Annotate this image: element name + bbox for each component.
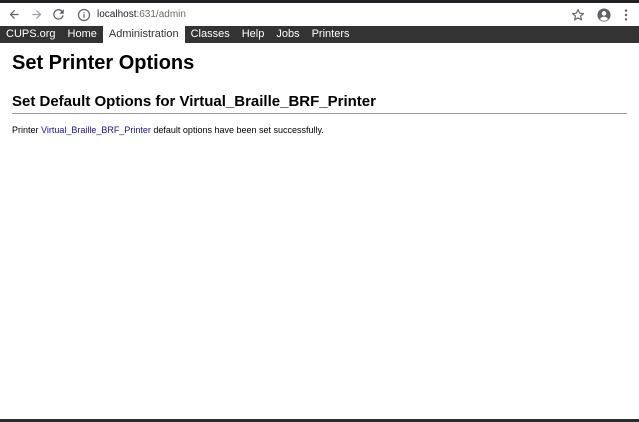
nav-tab-printers[interactable]: Printers (306, 26, 356, 43)
profile-avatar-icon[interactable] (597, 7, 611, 22)
reload-button[interactable] (47, 4, 69, 26)
message-prefix: Printer (12, 125, 42, 135)
address-bar[interactable]: localhost:631/admin (77, 5, 186, 25)
nav-tab-help[interactable]: Help (236, 26, 271, 43)
nav-tab-home[interactable]: Home (62, 26, 103, 43)
arrow-left-icon (9, 9, 19, 20)
browser-toolbar: localhost:631/admin (0, 3, 639, 26)
nav-tab-classes[interactable]: Classes (185, 26, 236, 43)
url-path: :631/admin (136, 9, 186, 20)
section-heading: Set Default Options for Virtual_Braille_… (12, 93, 627, 114)
reload-icon (52, 9, 64, 20)
arrow-right-icon (31, 9, 41, 20)
nav-tab-jobs[interactable]: Jobs (270, 26, 305, 43)
browser-menu-icon[interactable] (621, 8, 631, 22)
url-host: localhost (97, 9, 137, 20)
bookmark-star-icon[interactable] (571, 8, 585, 22)
page-content: Set Printer Options Set Default Options … (12, 43, 627, 136)
printer-link[interactable]: Virtual_Braille_BRF_Printer (41, 125, 151, 135)
nav-tab-administration[interactable]: Administration (102, 26, 185, 43)
success-message: Printer Virtual_Braille_BRF_Printer defa… (12, 124, 627, 136)
nav-tab-cups-org[interactable]: CUPS.org (0, 26, 62, 43)
message-suffix: default options have been set successful… (150, 125, 324, 135)
page-title: Set Printer Options (12, 52, 195, 74)
cups-navigation-bar: CUPS.org Home Administration Classes Hel… (0, 26, 639, 43)
forward-button[interactable] (25, 4, 47, 26)
back-button[interactable] (3, 4, 25, 26)
info-icon (77, 8, 91, 21)
